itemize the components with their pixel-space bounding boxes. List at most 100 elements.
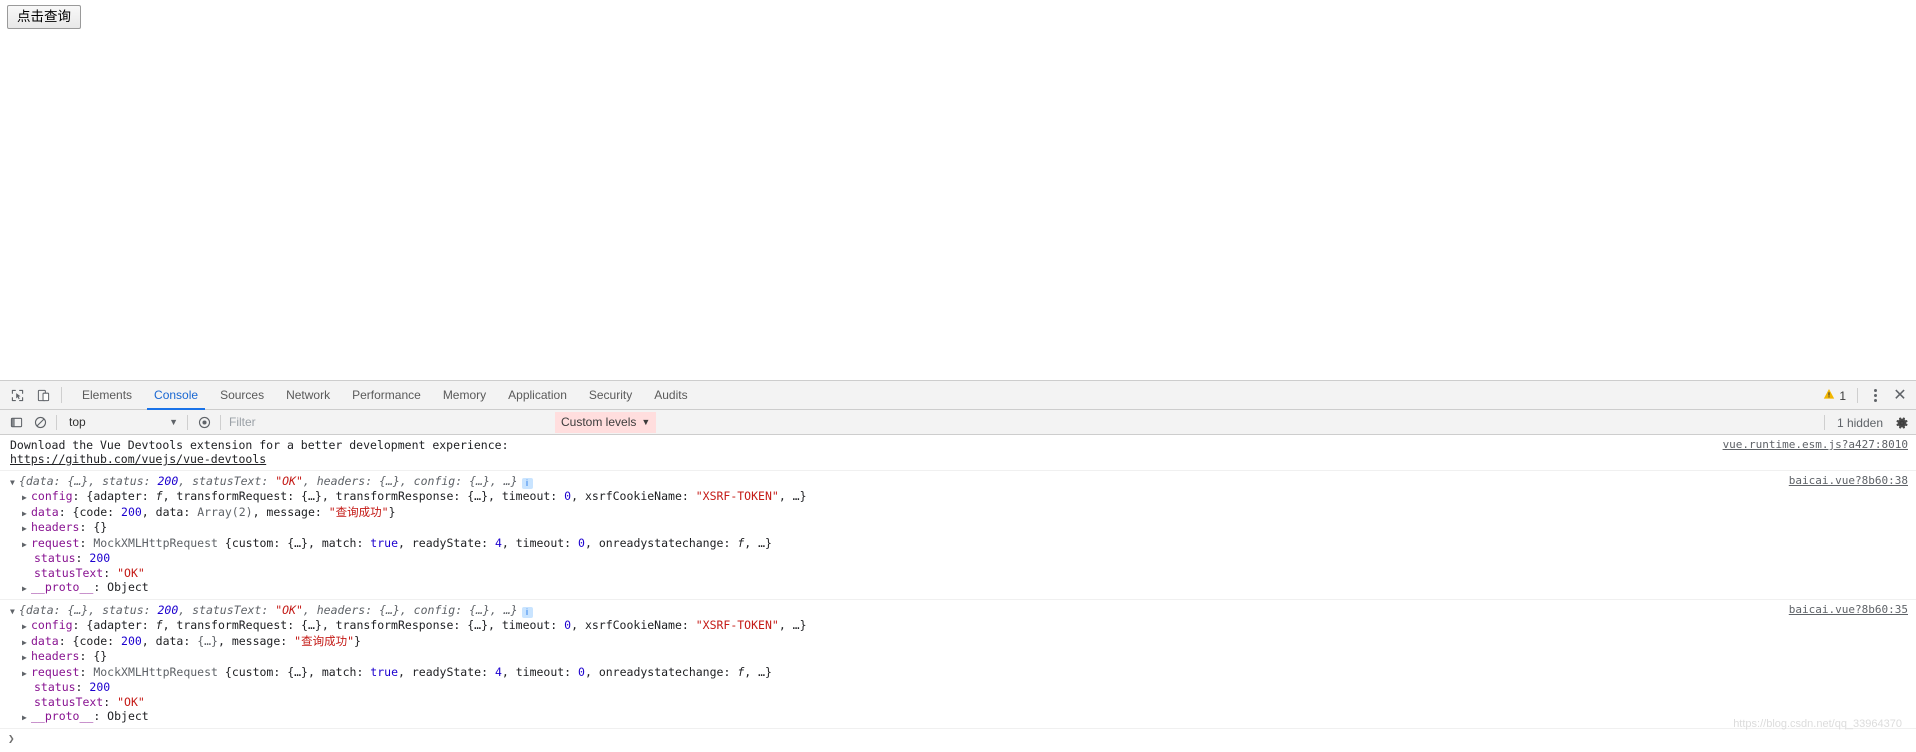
tab-application[interactable]: Application <box>497 381 578 410</box>
request-timeout-value: 0 <box>578 664 585 679</box>
property-value: : {} <box>79 520 108 534</box>
filterbar-actions: 1 hidden <box>1820 410 1913 435</box>
tab-memory[interactable]: Memory <box>432 381 497 410</box>
property-value-tail: , …} <box>778 618 807 632</box>
object-preview-mid: , statusText: <box>178 473 276 488</box>
source-link[interactable]: vue.runtime.esm.js?a427:8010 <box>1723 438 1908 452</box>
console-message-response-1: baicai.vue?8b60:38 ▼ {data: {…}, status: … <box>0 471 1916 600</box>
property-value-tail: , …} <box>778 489 807 503</box>
warning-triangle-icon <box>1823 388 1835 403</box>
device-toolbar-icon[interactable] <box>30 382 56 408</box>
expand-triangle-icon[interactable]: ▶ <box>22 507 31 521</box>
expand-triangle-icon[interactable]: ▶ <box>22 651 31 665</box>
property-value-mid: , transformRequest: {…}, transformRespon… <box>162 489 565 503</box>
warning-count-badge[interactable]: 1 <box>1818 388 1851 403</box>
tab-console[interactable]: Console <box>143 381 209 410</box>
status-value: 200 <box>89 551 111 565</box>
tab-audits[interactable]: Audits <box>643 381 698 410</box>
property-key-config: config <box>31 618 73 632</box>
tab-label: Console <box>154 388 199 402</box>
toolbar-divider <box>220 414 221 430</box>
tab-label: Performance <box>352 388 421 402</box>
object-preview-prefix: {data: {…}, status: <box>19 473 158 488</box>
property-value-before-message: , message: <box>217 633 295 648</box>
inspect-element-icon[interactable] <box>4 382 30 408</box>
status-value: 200 <box>89 680 111 694</box>
request-preview-mid: , readyState: <box>398 664 495 679</box>
tab-label: Security <box>588 388 633 402</box>
console-prompt[interactable]: ❯ <box>0 729 1916 749</box>
tab-performance[interactable]: Performance <box>341 381 432 410</box>
property-key-request: request <box>31 535 80 550</box>
settings-gear-icon[interactable] <box>1891 412 1913 434</box>
property-key-status-text: statusText <box>34 694 104 709</box>
status-text-value: "OK" <box>275 473 303 488</box>
console-filterbar: top ▼ Filter Custom levels ▼ 1 hidden <box>0 410 1916 435</box>
xsrf-cookie-value: "XSRF-TOKEN" <box>695 618 779 632</box>
ready-state-value: 4 <box>494 535 502 550</box>
message-text: Download the Vue Devtools extension for … <box>10 437 509 452</box>
expand-triangle-icon[interactable]: ▶ <box>22 711 31 725</box>
status-value: 200 <box>157 602 179 617</box>
property-value-tail: } <box>354 633 361 648</box>
vue-devtools-link[interactable]: https://github.com/vuejs/vue-devtools <box>10 452 266 466</box>
code-value: 200 <box>121 504 142 519</box>
tab-security[interactable]: Security <box>578 381 643 410</box>
expand-triangle-icon[interactable]: ▶ <box>22 491 31 505</box>
toolbar-divider <box>187 414 188 430</box>
filter-placeholder: Filter <box>229 415 256 429</box>
query-button[interactable]: 点击查询 <box>7 5 81 29</box>
request-preview-onready: , onreadystatechange: <box>584 535 738 550</box>
property-value-tail: } <box>388 504 396 519</box>
execution-context-select[interactable]: top ▼ <box>65 412 183 433</box>
source-link[interactable]: baicai.vue?8b60:35 <box>1789 603 1908 617</box>
tab-sources[interactable]: Sources <box>209 381 275 410</box>
property-value-mid: , data: <box>141 633 198 648</box>
property-value: : {code: <box>58 633 122 648</box>
console-sidebar-icon[interactable] <box>4 411 28 434</box>
request-preview-tail: , …} <box>744 535 772 550</box>
code-value: 200 <box>121 633 142 648</box>
request-preview-timeout: , timeout: <box>501 535 579 550</box>
message-value: "查询成功" <box>294 633 354 648</box>
console-message-response-2: baicai.vue?8b60:35 ▼ {data: {…}, status: … <box>0 600 1916 729</box>
ready-state-value: 4 <box>494 664 502 679</box>
expand-triangle-icon[interactable]: ▶ <box>22 667 31 681</box>
more-options-icon[interactable] <box>1864 385 1886 407</box>
property-value-mid: , data: <box>141 504 198 519</box>
property-key-headers: headers <box>31 649 80 663</box>
chevron-down-icon: ▼ <box>641 417 651 427</box>
clear-console-icon[interactable] <box>28 411 52 434</box>
expand-triangle-icon[interactable]: ▶ <box>22 636 31 650</box>
expand-triangle-icon[interactable]: ▶ <box>22 522 31 536</box>
expand-triangle-icon[interactable]: ▶ <box>22 538 31 552</box>
property-key-status: status <box>34 551 76 565</box>
function-marker: f <box>155 489 163 503</box>
tab-elements[interactable]: Elements <box>71 381 143 410</box>
info-icon[interactable]: i <box>521 477 533 489</box>
source-link[interactable]: baicai.vue?8b60:38 <box>1789 474 1908 488</box>
close-icon[interactable]: ✕ <box>1888 384 1912 408</box>
console-message-list[interactable]: Download the Vue Devtools extension for … <box>0 435 1916 751</box>
property-key-status-text: statusText <box>34 565 104 580</box>
property-colon: : <box>103 565 118 580</box>
filter-input[interactable]: Filter <box>229 412 549 433</box>
status-text-value: "OK" <box>117 694 145 709</box>
hidden-messages-label[interactable]: 1 hidden <box>1829 416 1891 430</box>
property-key-data: data <box>31 504 59 519</box>
expand-triangle-icon[interactable]: ▼ <box>10 605 19 619</box>
devtools-tabbar: Elements Console Sources Network Perform… <box>0 381 1916 410</box>
expand-triangle-icon[interactable]: ▼ <box>10 476 19 490</box>
tabbar-actions: 1 ✕ <box>1818 381 1912 410</box>
log-levels-dropdown[interactable]: Custom levels ▼ <box>555 411 657 433</box>
tab-network[interactable]: Network <box>275 381 341 410</box>
request-preview: {custom: {…}, match: <box>224 664 371 679</box>
request-preview-timeout: , timeout: <box>501 664 579 679</box>
live-expression-icon[interactable] <box>192 411 216 434</box>
property-colon: : <box>75 551 90 565</box>
info-icon[interactable]: i <box>521 606 533 618</box>
property-key-proto: __proto__ <box>31 580 94 594</box>
expand-triangle-icon[interactable]: ▶ <box>22 582 31 596</box>
property-key-data: data <box>31 633 59 648</box>
expand-triangle-icon[interactable]: ▶ <box>22 620 31 634</box>
